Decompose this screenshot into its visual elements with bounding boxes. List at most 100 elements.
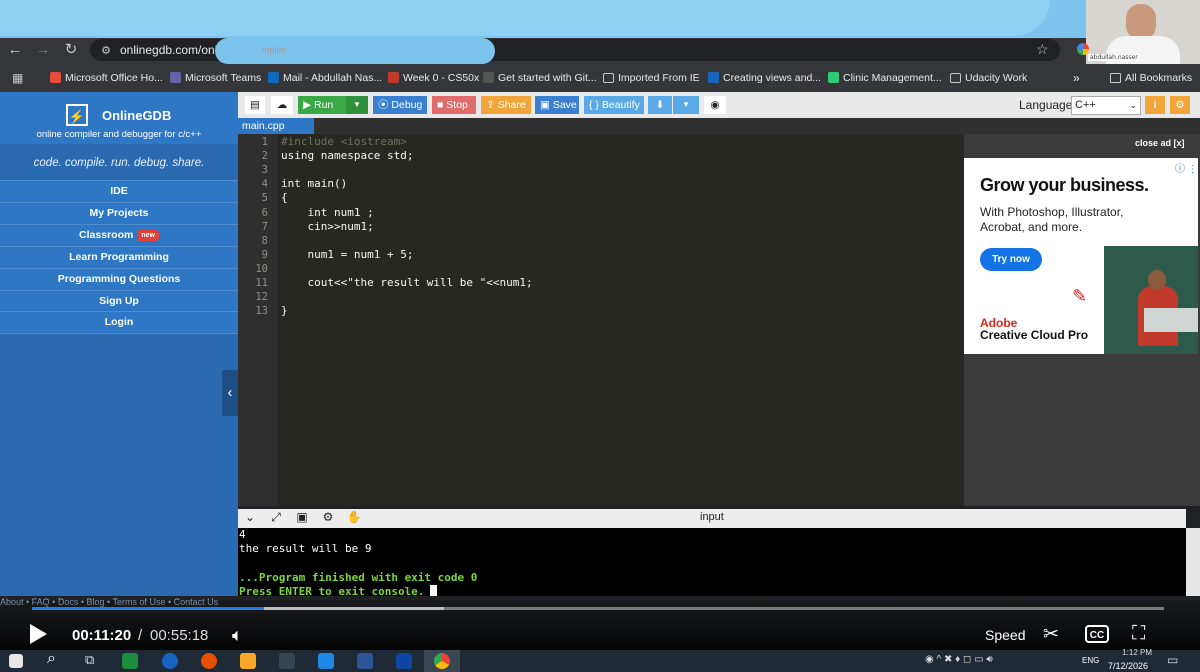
sidebar-item-ide[interactable]: IDE [0,180,238,202]
code-line: int num1 ; [281,205,374,219]
reload-icon[interactable]: ↻ [61,40,81,60]
favicon-icon [170,72,181,83]
line-number: 5 [261,192,268,205]
app-icon[interactable] [396,653,412,669]
language-select[interactable]: C++ ⌄ [1071,96,1141,115]
input-language[interactable]: ENG [1082,656,1099,665]
app-icon[interactable] [357,653,373,669]
code-editor[interactable] [278,134,964,506]
windows-taskbar [0,650,1200,672]
save-button[interactable]: ▣ Save [535,96,579,114]
clip-scissors-icon[interactable]: ✂ [1043,623,1059,646]
console-clear-icon[interactable]: ✋ [346,510,362,524]
bookmark-item[interactable]: Creating views and... [708,72,821,84]
notifications-icon[interactable]: ▭ [1167,653,1178,667]
stop-button[interactable]: ■ Stop [432,96,476,114]
debug-button[interactable]: ⦿ Debug [373,96,427,114]
console-line: ...Program finished with exit code 0 [239,570,478,584]
excel-icon[interactable] [122,653,138,669]
info-icon[interactable]: i [1145,96,1165,114]
file-tab-main-cpp[interactable]: main.cpp [238,118,314,134]
firefox-icon[interactable] [201,653,217,669]
line-number: 9 [261,248,268,261]
console-scrollbar[interactable] [1186,528,1200,596]
file-tab-bar [238,118,1200,134]
favicon-icon [708,72,719,83]
console-cursor [430,585,437,596]
play-icon[interactable] [30,624,47,644]
sidebar-item-sign-up[interactable]: Sign Up [0,290,238,312]
url-text: onlinegdb.com/onli [120,43,221,57]
captions-button[interactable]: CC [1085,625,1109,643]
start-icon[interactable] [9,654,23,668]
bookmark-item[interactable]: Microsoft Teams [170,72,261,84]
close-ad-link[interactable]: close ad [x] [1135,138,1185,148]
favicon-icon [483,72,494,83]
run-options-chevron-icon[interactable]: ▼ [346,96,368,114]
line-number: 10 [255,262,268,275]
favicon-icon [828,72,839,83]
file-explorer-icon[interactable] [240,653,256,669]
volume-icon[interactable]: 🔈︎ [232,625,243,646]
bookmark-item[interactable]: Get started with Git... [483,72,597,84]
download-icon[interactable]: ⬇ [648,96,672,114]
redaction-overlay [215,38,495,64]
terminal-icon[interactable] [279,653,295,669]
search-icon[interactable]: ⌕ [47,650,56,668]
all-bookmarks-link[interactable]: All Bookmarks [1110,72,1192,84]
settings-gear-icon[interactable]: ⚙ [1170,96,1190,114]
collapse-sidebar-button[interactable]: ‹ [222,370,238,416]
sidebar-item-my-projects[interactable]: My Projects [0,202,238,224]
edge-icon[interactable] [162,653,178,669]
console-layout-icon[interactable]: ▣ [294,510,310,524]
bookmark-item[interactable]: Imported From IE [603,72,700,84]
sidebar-item-learn-programming[interactable]: Learn Programming [0,246,238,268]
bookmark-item[interactable]: Week 0 - CS50x [388,72,479,84]
chrome-profile-icon[interactable] [1077,43,1089,55]
favicon-icon [50,72,61,83]
bookmark-star-icon[interactable]: ☆ [1036,41,1049,58]
run-button[interactable]: ▶ Run [298,96,346,114]
progress-played [32,607,265,610]
speed-button[interactable]: Speed [985,627,1025,643]
console-settings-icon[interactable]: ⚙ [320,510,336,524]
collapse-console-icon[interactable]: ⌄ [242,510,258,524]
line-number: 11 [255,277,268,289]
new-file-icon[interactable]: ▤ [245,96,265,114]
code-line: } [281,304,288,318]
upload-icon[interactable]: ☁ [271,96,293,114]
bookmark-item[interactable]: Mail - Abdullah Nas... [268,72,382,84]
url-tail: mpiler [262,45,287,55]
bookmarks-overflow-icon[interactable]: » [1073,71,1080,85]
apps-grid-icon[interactable]: ▦ [12,71,23,85]
download-options-chevron-icon[interactable]: ▼ [673,96,699,114]
system-tray-icons[interactable]: ◉ ^ ✖ ♦ ◻ ▭ 🔊︎ [925,654,993,665]
share-button[interactable]: ⇪ Share [481,96,531,114]
task-view-icon[interactable]: ⧉ [85,652,94,668]
tagline: code. compile. run. debug. share. [33,157,205,169]
bookmark-item[interactable]: Microsoft Office Ho... [50,72,163,84]
chrome-icon[interactable] [434,653,450,669]
clock-time: 1:12 PM [1122,648,1152,657]
ad-body: With Photoshop, Illustrator, Acrobat, an… [980,205,1124,234]
vscode-icon[interactable] [318,653,334,669]
folder-icon [1110,73,1121,83]
back-icon[interactable]: ← [5,40,25,60]
try-now-button[interactable]: Try now [980,248,1042,271]
site-info-icon[interactable]: ⚙ [96,41,116,61]
sidebar-item-programming-questions[interactable]: Programming Questions [0,268,238,290]
theme-mascot-icon[interactable]: ◉ [704,96,726,114]
ad-product-name: Creative Cloud Pro [980,328,1089,342]
webcam-label: abdullah.nasser [1088,54,1140,61]
sidebar-item-login[interactable]: Login [0,311,238,334]
forward-icon[interactable]: → [33,40,53,60]
bookmark-item[interactable]: Clinic Management... [828,72,942,84]
sidebar-item-classroom[interactable]: Classroom new [0,224,238,246]
fullscreen-icon[interactable]: ⛶ [1132,623,1145,645]
ad-info-icon[interactable]: ⓘ ⋮ [1175,160,1198,175]
beautify-button[interactable]: { } Beautify [584,96,644,114]
new-badge: new [137,230,159,241]
line-number: 12 [255,291,268,304]
expand-console-icon[interactable]: ⤢ [268,510,284,525]
bookmark-item[interactable]: Udacity Work [950,72,1027,84]
